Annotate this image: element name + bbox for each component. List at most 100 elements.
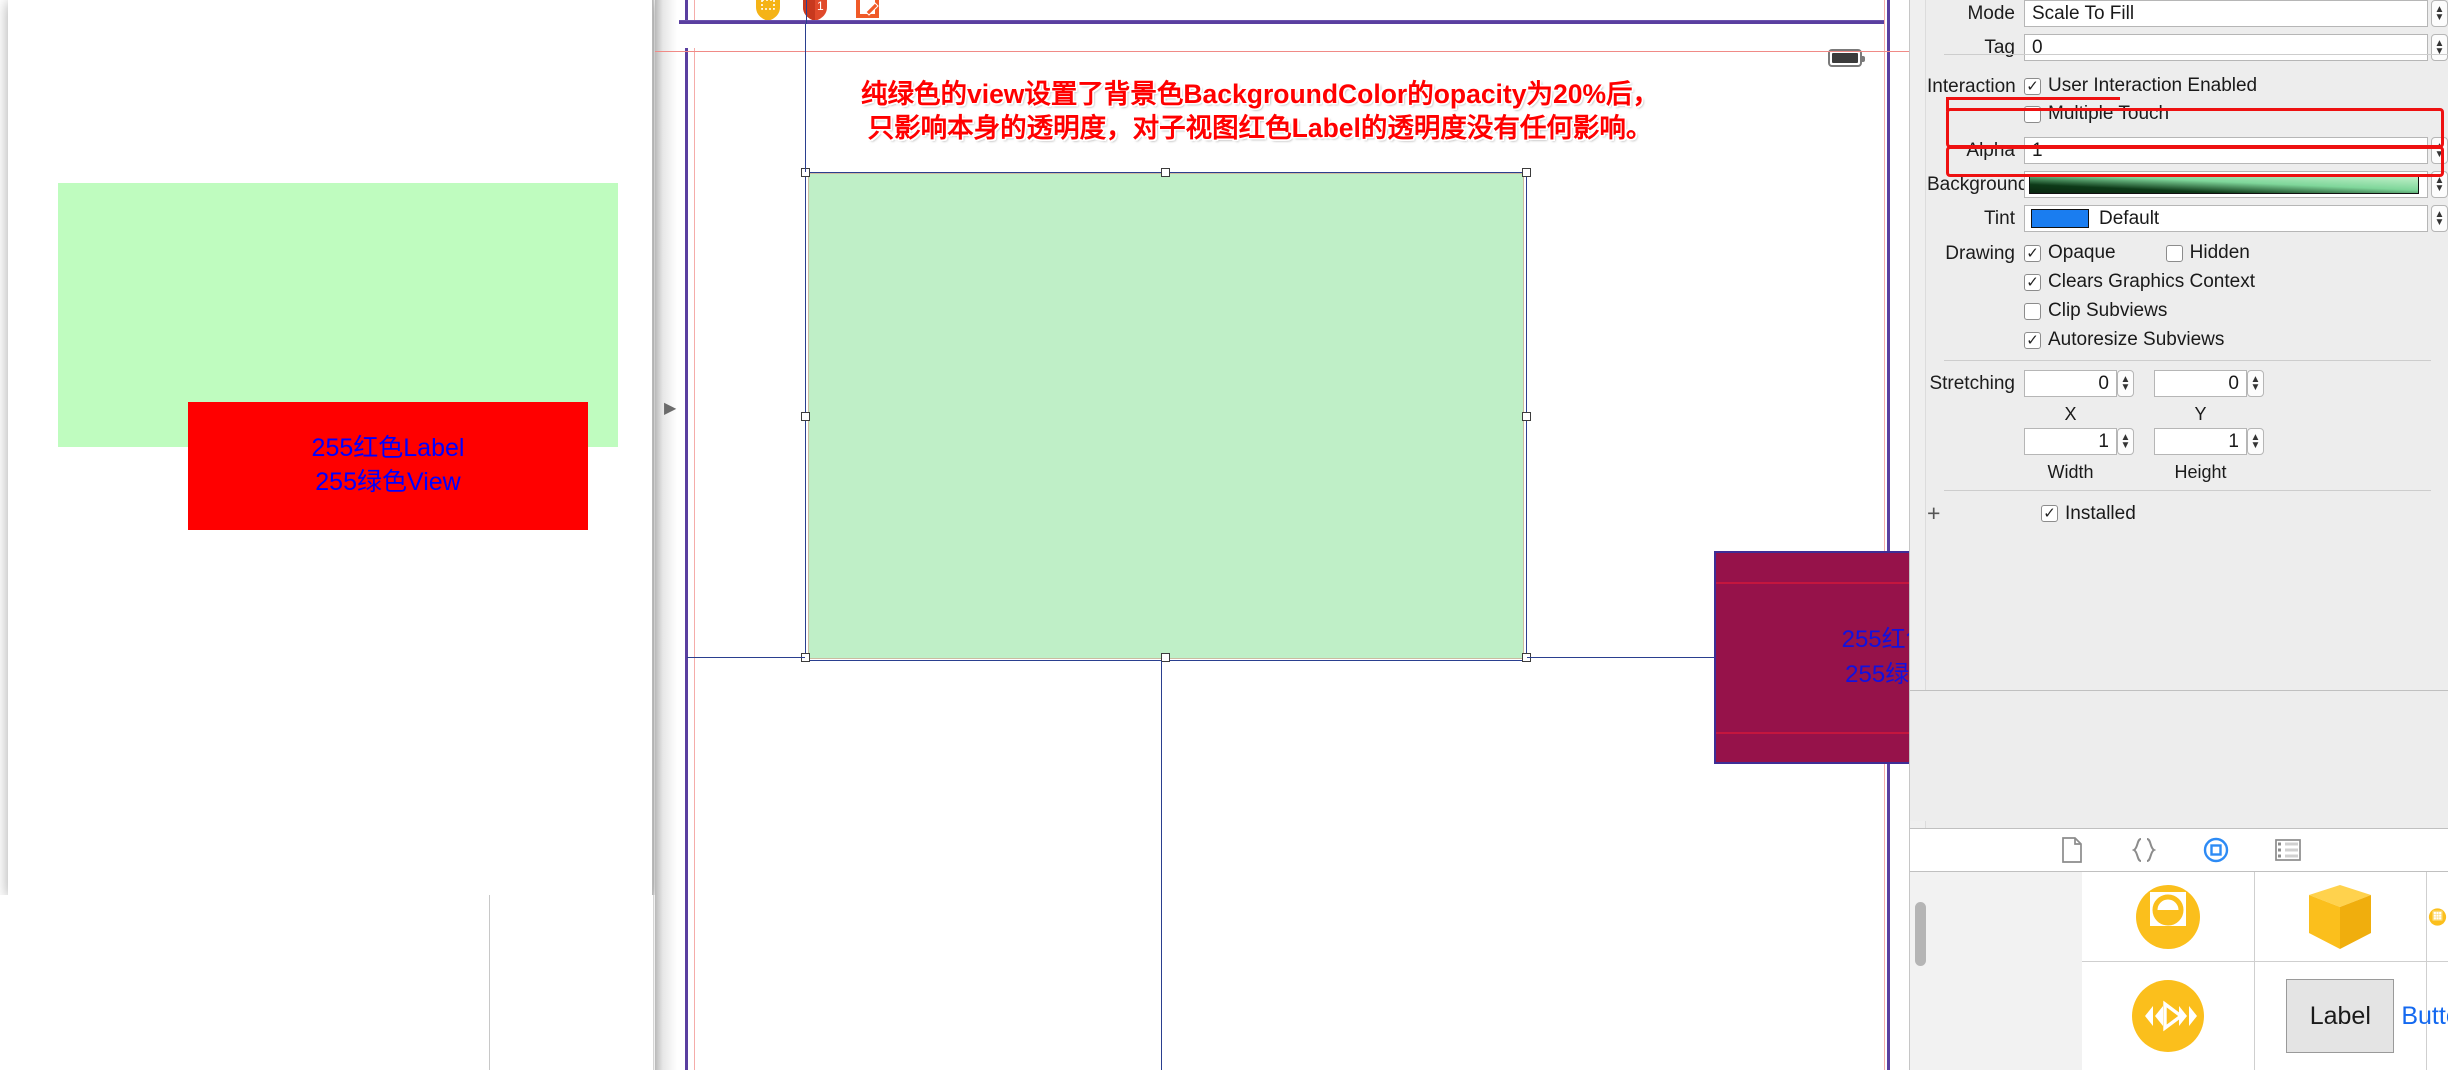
object-library-icon[interactable] (2202, 836, 2230, 864)
tint-stepper-icon[interactable]: ▲ ▼ (2431, 205, 2448, 232)
stretch-y-stepper-icon[interactable]: ▲ ▼ (2247, 370, 2264, 397)
image-view-object[interactable] (2082, 872, 2255, 962)
code-snippet-icon[interactable] (2130, 836, 2158, 864)
user-interaction-enabled-label: User Interaction Enabled (2048, 75, 2258, 96)
interface-builder-canvas[interactable]: 1 255红 255绿 ▶ (655, 0, 1909, 1070)
selection-handle-top-right[interactable] (1522, 168, 1531, 177)
canvas-toolbar-icons: 1 (755, 0, 1155, 22)
library-scrollbar-thumb[interactable] (1915, 902, 1926, 966)
alpha-value: 1 (2032, 139, 2043, 161)
tag-value: 0 (2032, 36, 2043, 58)
axis-height-caption: Height (2174, 462, 2227, 482)
stretch-x-value: 0 (2098, 372, 2109, 394)
hidden-row[interactable]: Hidden (2165, 242, 2250, 264)
library-tab-bar[interactable] (1910, 829, 2448, 871)
stretch-width-stepper-icon[interactable]: ▲ ▼ (2117, 428, 2134, 455)
alpha-label: Alpha (1966, 139, 2015, 161)
multiple-touch-row[interactable]: Multiple Touch (2024, 103, 2257, 125)
stretch-height-stepper-icon[interactable]: ▲ ▼ (2247, 428, 2264, 455)
canvas-green-view[interactable] (808, 173, 1524, 659)
tint-select[interactable]: Default (2024, 205, 2428, 232)
installed-label: Installed (2065, 502, 2136, 524)
player-controls-object[interactable] (2082, 962, 2255, 1070)
inspector-divider-3 (1944, 490, 2431, 491)
user-interaction-enabled-row[interactable]: User Interaction Enabled (2024, 75, 2257, 97)
file-template-icon[interactable] (2058, 836, 2086, 864)
label-object-text: Label (2286, 979, 2395, 1053)
preview-gutter (0, 895, 655, 1070)
multiple-touch-checkbox[interactable] (2024, 105, 2041, 123)
battery-fill (1832, 53, 1858, 63)
stretch-x-input[interactable]: 0 (2024, 370, 2117, 397)
canvas-label-line1: 255红色Label (1841, 625, 1909, 653)
constraint-line-left (687, 657, 805, 658)
inspector-divider-2 (1944, 360, 2431, 361)
object-library-grid[interactable]: Label Button (1910, 872, 2448, 1070)
stretch-height-value: 1 (2228, 430, 2239, 452)
media-library-icon[interactable] (2274, 836, 2302, 864)
preview-red-label-line1: 255红色Label (311, 434, 465, 463)
tint-value: Default (2099, 207, 2160, 229)
attributes-inspector[interactable]: Mode Scale To Fill ▲ ▼ Tag 0 ▲ ▼ Interacti… (1909, 0, 2448, 1070)
user-interaction-enabled-checkbox[interactable] (2024, 77, 2041, 95)
mode-select[interactable]: Scale To Fill (2024, 0, 2428, 27)
button-object[interactable]: Button (2401, 962, 2448, 1070)
row-installed: + Installed (1927, 500, 2448, 527)
preview-red-label[interactable]: 255红色Label 255绿色View (188, 402, 588, 530)
canvas-collapse-arrow-icon[interactable]: ▶ (664, 398, 676, 418)
library-scrollbar[interactable] (1910, 872, 2083, 1070)
stretch-x-stepper-icon[interactable]: ▲ ▼ (2117, 370, 2134, 397)
clears-graphics-context-row[interactable]: Clears Graphics Context (2024, 271, 2255, 293)
background-stepper-icon[interactable]: ▲ ▼ (2431, 171, 2448, 198)
box-object[interactable] (2254, 872, 2427, 962)
opaque-label: Opaque (2048, 242, 2116, 263)
multiple-touch-label: Multiple Touch (2048, 103, 2170, 124)
root-view-outline-left (685, 0, 688, 1070)
mode-stepper-icon[interactable]: ▲ ▼ (2431, 0, 2448, 27)
opaque-checkbox[interactable] (2024, 244, 2041, 262)
tag-label: Tag (1984, 36, 2015, 58)
alpha-stepper-icon[interactable]: ▲ ▼ (2431, 137, 2448, 164)
stretch-y-input[interactable]: 0 (2154, 370, 2247, 397)
clip-subviews-checkbox[interactable] (2024, 302, 2041, 320)
installed-row[interactable]: Installed (2041, 503, 2136, 525)
tag-stepper-icon[interactable]: ▲ ▼ (2431, 34, 2448, 61)
background-color-well[interactable] (2024, 171, 2428, 198)
canvas-guide-horizontal (655, 51, 1909, 52)
simulator-preview-device[interactable]: 255红色Label 255绿色View (8, 0, 653, 895)
stretch-y-value: 0 (2228, 372, 2239, 394)
stretch-width-input[interactable]: 1 (2024, 428, 2117, 455)
selection-handle-bottom-center[interactable] (1161, 653, 1170, 662)
canvas-ruler-left (655, 0, 677, 1070)
clip-subviews-row[interactable]: Clip Subviews (2024, 300, 2255, 322)
clears-graphics-context-checkbox[interactable] (2024, 273, 2041, 291)
collection-view-object[interactable] (2426, 872, 2448, 962)
alpha-input[interactable]: 1 (2024, 137, 2428, 164)
tag-input[interactable]: 0 (2024, 34, 2428, 61)
clip-subviews-label: Clip Subviews (2048, 300, 2168, 321)
selection-handle-middle-right[interactable] (1522, 412, 1531, 421)
autoresize-subviews-checkbox[interactable] (2024, 331, 2041, 349)
canvas-guide-vertical-left (694, 0, 695, 1070)
app-root: 255红色Label 255绿色View 1 255红 255绿 ▶ 纯绿色的v… (0, 0, 2448, 1070)
selection-handle-top-center[interactable] (1161, 168, 1170, 177)
preview-gutter-divider (489, 895, 490, 1070)
row-drawing: Drawing Opaque Hidden C (1927, 242, 2448, 351)
row-tag: Tag 0 ▲ ▼ (1927, 34, 2448, 61)
preview-green-view[interactable]: 255红色Label 255绿色View (58, 183, 618, 530)
simulated-status-bar (679, 24, 1884, 67)
stretch-height-input[interactable]: 1 (2154, 428, 2247, 455)
constraint-line-top (805, 24, 806, 172)
row-mode: Mode Scale To Fill ▲ ▼ (1927, 0, 2448, 27)
autoresize-subviews-row[interactable]: Autoresize Subviews (2024, 329, 2255, 351)
row-alpha: Alpha 1 ▲ ▼ (1927, 137, 2448, 164)
add-variation-button[interactable]: + (1927, 500, 1967, 527)
hidden-checkbox[interactable] (2165, 244, 2183, 262)
axis-y-caption: Y (2194, 404, 2207, 424)
row-stretching-xy: Stretching 0 ▲ ▼ 0 ▲ ▼ (1927, 370, 2448, 397)
opaque-row[interactable]: Opaque (2024, 242, 2116, 264)
installed-checkbox[interactable] (2041, 505, 2058, 522)
selection-handle-middle-left[interactable] (801, 412, 810, 421)
inspector-body: Mode Scale To Fill ▲ ▼ Tag 0 ▲ ▼ Interacti… (1927, 0, 2448, 534)
canvas-dark-red-label[interactable]: 255红色Label 255绿色View (1714, 551, 1909, 764)
